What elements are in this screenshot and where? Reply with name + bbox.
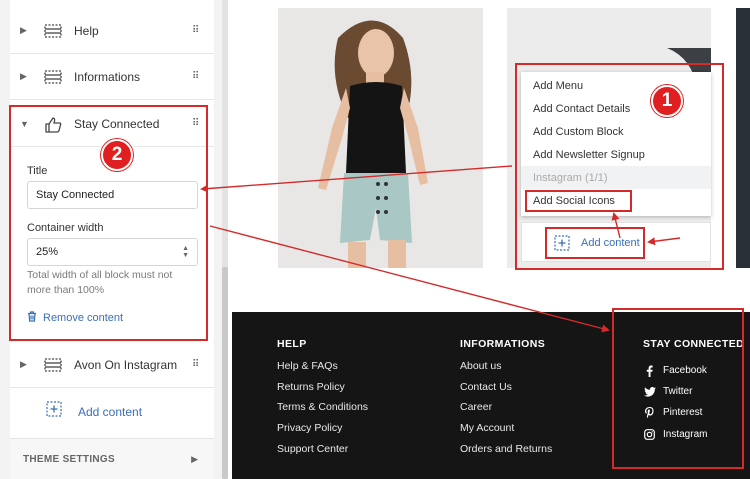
sidebar-item-help[interactable]: ▶ Help ⠿ xyxy=(10,8,214,54)
footer-link[interactable]: Returns Policy xyxy=(277,381,368,402)
sidebar-scrollbar[interactable] xyxy=(222,0,228,479)
caret-right-icon[interactable]: ▶ xyxy=(20,71,30,82)
add-content-label: Add content xyxy=(78,404,143,419)
add-block-icon xyxy=(46,401,62,422)
annotation-box-add-content xyxy=(545,227,645,259)
annotation-badge-2: 2 xyxy=(101,139,133,171)
sidebar-item-label: Informations xyxy=(74,69,141,84)
theme-settings-label: THEME SETTINGS xyxy=(23,453,115,465)
caret-right-icon[interactable]: ▶ xyxy=(20,359,30,370)
footer-link[interactable]: Career xyxy=(460,401,552,422)
footer-link[interactable]: Orders and Returns xyxy=(460,443,552,464)
sidebar-item-avon-on-instagram[interactable]: ▶ Avon On Instagram ⠿ xyxy=(10,342,214,388)
product-photo-model xyxy=(278,8,483,268)
footer-heading: INFORMATIONS xyxy=(460,338,546,350)
footer-link[interactable]: Contact Us xyxy=(460,381,552,402)
drag-handle-icon[interactable]: ⠿ xyxy=(192,71,200,81)
block-icon xyxy=(44,23,62,38)
sidebar-item-label: Help xyxy=(74,23,99,38)
sidebar-item-informations[interactable]: ▶ Informations ⠿ xyxy=(10,54,214,100)
footer-link[interactable]: Terms & Conditions xyxy=(277,401,368,422)
scrollbar-thumb[interactable] xyxy=(222,267,228,479)
footer-link[interactable]: Privacy Policy xyxy=(277,422,368,443)
product-photo-third xyxy=(736,8,750,268)
sidebar-add-content-button[interactable]: Add content xyxy=(10,389,214,434)
annotation-badge-1: 1 xyxy=(651,85,683,117)
theme-settings-section[interactable]: THEME SETTINGS ▶ xyxy=(10,438,214,479)
sidebar-item-label: Avon On Instagram xyxy=(74,357,178,372)
annotation-box-add-social-icons xyxy=(525,190,632,212)
chevron-right-icon: ▶ xyxy=(191,453,198,464)
block-icon xyxy=(44,69,62,84)
block-icon xyxy=(44,357,62,372)
caret-right-icon[interactable]: ▶ xyxy=(20,25,30,36)
footer-link[interactable]: Support Center xyxy=(277,443,368,464)
footer-column-informations: INFORMATIONS About us Contact Us Career … xyxy=(460,338,552,463)
footer-column-help: HELP Help & FAQs Returns Policy Terms & … xyxy=(277,338,368,463)
drag-handle-icon[interactable]: ⠿ xyxy=(192,25,200,35)
drag-handle-icon[interactable]: ⠿ xyxy=(192,359,200,369)
footer-link[interactable]: About us xyxy=(460,360,552,381)
footer-link[interactable]: My Account xyxy=(460,422,552,443)
annotation-box-stay-connected-footer xyxy=(612,308,744,469)
footer-heading: HELP xyxy=(277,338,307,350)
footer-link[interactable]: Help & FAQs xyxy=(277,360,368,381)
